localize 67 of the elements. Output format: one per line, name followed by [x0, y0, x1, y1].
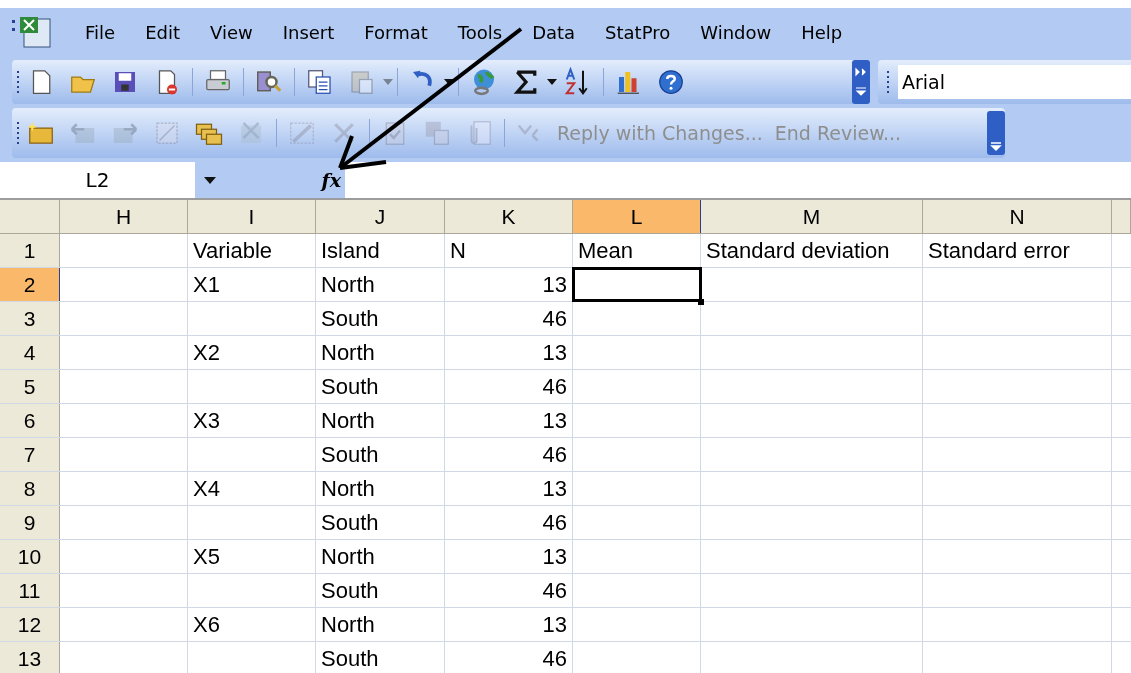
cell-text: 13 [542, 611, 567, 639]
cell-text: Variable [193, 237, 273, 265]
row-header[interactable]: 12 [0, 608, 60, 641]
menu-item[interactable]: View [195, 14, 268, 50]
row-header[interactable]: 5 [0, 370, 60, 403]
cell-text: North [321, 407, 375, 435]
cell-text: X4 [193, 475, 220, 503]
cell-text: X1 [193, 271, 220, 299]
column-header[interactable]: N [923, 200, 1112, 233]
cell-text: Mean [578, 237, 634, 265]
font-name-field[interactable]: Arial [898, 65, 1131, 99]
cell-text: South [321, 305, 379, 333]
row-header[interactable]: 3 [0, 302, 60, 335]
cell-text: South [321, 577, 379, 605]
column-header[interactable]: M [701, 200, 923, 233]
cell-text: North [321, 543, 375, 571]
row-header[interactable]: 10 [0, 540, 60, 573]
column-header[interactable]: J [316, 200, 445, 233]
row-header[interactable]: 2 [0, 268, 60, 301]
insert-function-button[interactable]: fx [321, 165, 341, 195]
cell-text: South [321, 509, 379, 537]
cell-text: 46 [542, 373, 567, 401]
cell-text: South [321, 373, 379, 401]
menu-item[interactable]: Data [517, 14, 591, 50]
cell-text: 13 [542, 543, 567, 571]
cell-text: 13 [542, 407, 567, 435]
cell-text: X6 [193, 611, 220, 639]
menu-item[interactable]: Insert [267, 14, 350, 50]
cell-text: Standard error [928, 237, 1070, 265]
cell-text: 13 [542, 271, 567, 299]
menu-item[interactable]: Format [349, 14, 443, 50]
menu-item[interactable]: Window [685, 14, 787, 50]
menu-item[interactable]: Help [786, 14, 858, 50]
cell-text: 46 [542, 645, 567, 673]
cell-text: North [321, 339, 375, 367]
cell-text: 46 [542, 509, 567, 537]
cell-text: 46 [542, 441, 567, 469]
menu-item[interactable]: Tools [442, 14, 518, 50]
cell-text: X5 [193, 543, 220, 571]
row-header[interactable]: 13 [0, 642, 60, 673]
row-header[interactable]: 1 [0, 234, 60, 267]
cell-text: X3 [193, 407, 220, 435]
cell-text: 13 [542, 339, 567, 367]
column-header[interactable]: H [60, 200, 188, 233]
cell-text: Standard deviation [706, 237, 890, 265]
cell-text: Island [321, 237, 380, 265]
cell-text: 46 [542, 577, 567, 605]
cell-text: 13 [542, 475, 567, 503]
row-header[interactable]: 7 [0, 438, 60, 471]
column-header[interactable]: L [573, 200, 701, 233]
cell-text: South [321, 441, 379, 469]
menu-item[interactable]: Edit [130, 14, 195, 50]
cell-text: North [321, 271, 375, 299]
menu-item[interactable]: StatPro [590, 14, 686, 50]
cell-text: 46 [542, 305, 567, 333]
row-header[interactable]: 11 [0, 574, 60, 607]
column-header[interactable]: I [188, 200, 316, 233]
cell-text: X2 [193, 339, 220, 367]
row-header[interactable]: 4 [0, 336, 60, 369]
cell-text: N [450, 237, 466, 265]
cell-text: North [321, 475, 375, 503]
row-header[interactable]: 6 [0, 404, 60, 437]
menu-item[interactable]: File [70, 14, 131, 50]
cell-text: South [321, 645, 379, 673]
row-header[interactable]: 9 [0, 506, 60, 539]
row-header[interactable]: 8 [0, 472, 60, 505]
cell-text: North [321, 611, 375, 639]
